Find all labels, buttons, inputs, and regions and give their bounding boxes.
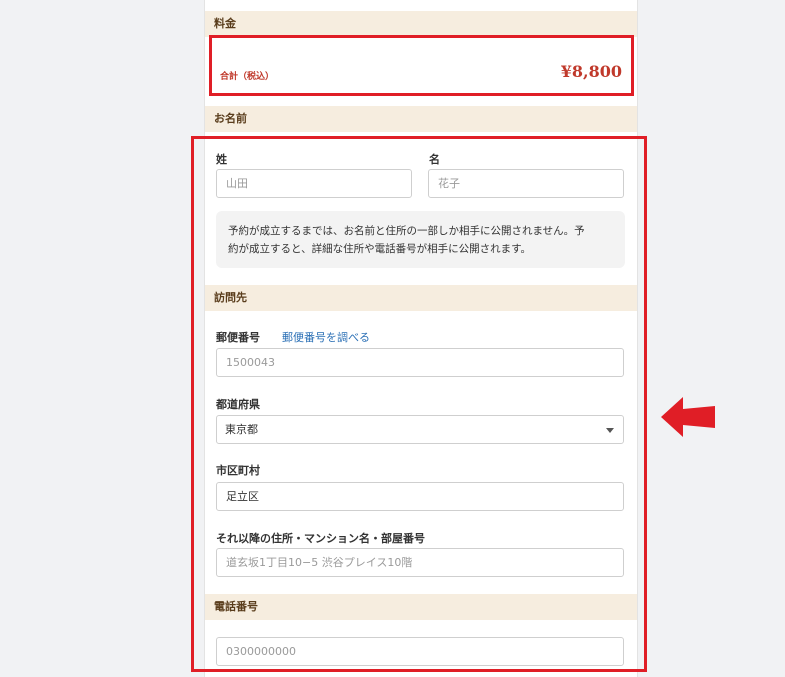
chevron-down-icon bbox=[606, 428, 614, 433]
notice-line-2: 約が成立すると、詳細な住所や電話番号が相手に公開されます。 bbox=[228, 243, 532, 255]
city-label: 市区町村 bbox=[216, 464, 260, 477]
price-summary-box: 合計（税込） ¥8,800 bbox=[209, 35, 634, 96]
booking-form-panel: 料金 合計（税込） ¥8,800 お名前 姓 山田 名 花子 予約が成立するまで… bbox=[204, 0, 638, 677]
phone-input[interactable]: 0300000000 bbox=[216, 637, 624, 666]
street-address-label: それ以降の住所・マンション名・部屋番号 bbox=[216, 532, 425, 545]
prefecture-select[interactable]: 東京都 bbox=[216, 415, 624, 444]
street-address-input[interactable]: 道玄坂1丁目10−5 渋谷プレイス10階 bbox=[216, 548, 624, 577]
pricing-section-header: 料金 bbox=[205, 11, 637, 37]
postal-code-label: 郵便番号 bbox=[216, 331, 260, 344]
left-arrow-icon bbox=[661, 397, 715, 437]
first-name-input[interactable]: 花子 bbox=[428, 169, 624, 198]
total-label: 合計（税込） bbox=[220, 72, 275, 82]
notice-line-1: 予約が成立するまでは、お名前と住所の一部しか相手に公開されません。予 bbox=[228, 225, 585, 237]
phone-section-header: 電話番号 bbox=[205, 594, 637, 620]
privacy-notice: 予約が成立するまでは、お名前と住所の一部しか相手に公開されません。予 約が成立す… bbox=[216, 211, 625, 268]
city-input[interactable]: 足立区 bbox=[216, 482, 624, 511]
last-name-input[interactable]: 山田 bbox=[216, 169, 412, 198]
postal-code-lookup-link[interactable]: 郵便番号を調べる bbox=[282, 329, 370, 345]
name-section-header: お名前 bbox=[205, 106, 637, 132]
first-name-label: 名 bbox=[429, 153, 440, 166]
address-section-header: 訪問先 bbox=[205, 285, 637, 311]
postal-code-input[interactable]: 1500043 bbox=[216, 348, 624, 377]
last-name-label: 姓 bbox=[216, 153, 227, 166]
prefecture-label: 都道府県 bbox=[216, 398, 260, 411]
total-price: ¥8,800 bbox=[560, 62, 622, 81]
prefecture-selected-value: 東京都 bbox=[225, 423, 258, 436]
